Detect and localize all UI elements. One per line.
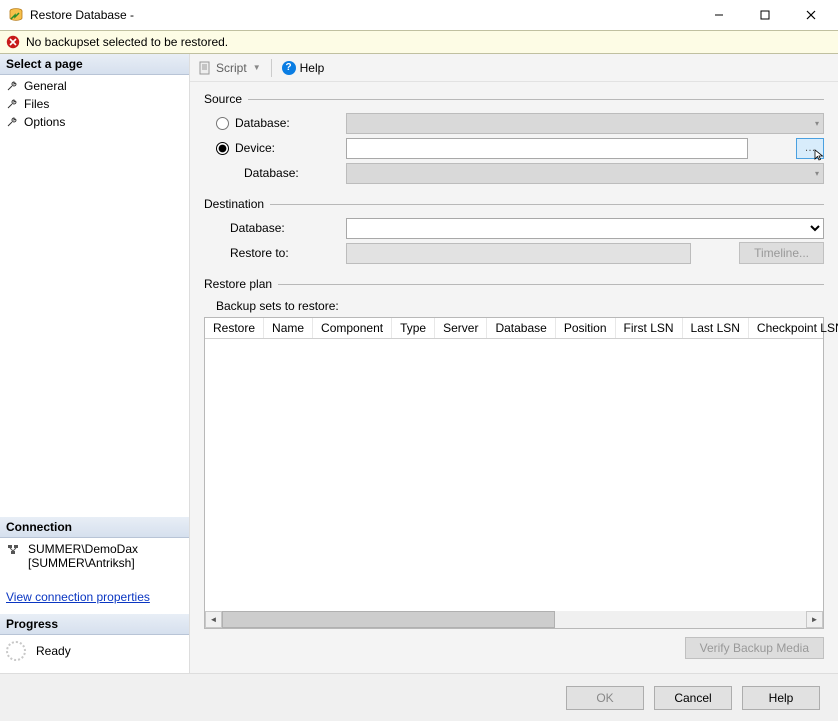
sidebar-item-label: Options — [24, 115, 65, 129]
view-connection-properties-link[interactable]: View connection properties — [6, 590, 183, 604]
sidebar-item-label: Files — [24, 97, 49, 111]
destination-group-label: Destination — [204, 197, 264, 211]
sidebar-item-files[interactable]: Files — [0, 95, 189, 113]
scroll-right-button[interactable]: ► — [806, 611, 823, 628]
restore-plan-group: Restore plan Backup sets to restore: Res… — [204, 277, 824, 663]
window-title: Restore Database - — [30, 8, 134, 22]
scroll-left-button[interactable]: ◄ — [205, 611, 222, 628]
select-page-header: Select a page — [0, 54, 189, 75]
timeline-button: Timeline... — [739, 242, 824, 264]
col-checkpoint-lsn[interactable]: Checkpoint LSN — [749, 318, 838, 338]
progress-status: Ready — [36, 644, 71, 658]
destination-database-combo[interactable] — [346, 218, 824, 239]
page-list: General Files Options — [0, 75, 189, 133]
toolbar: Script ▼ ? Help — [190, 54, 838, 82]
grid-header: Restore Name Component Type Server Datab… — [205, 318, 823, 339]
col-last-lsn[interactable]: Last LSN — [683, 318, 749, 338]
title-bar: Restore Database - — [0, 0, 838, 30]
sidebar: Select a page General Files Options Conn… — [0, 54, 190, 673]
restore-to-label: Restore to: — [230, 246, 289, 260]
connection-header: Connection — [0, 517, 189, 538]
script-label: Script — [216, 61, 247, 75]
connection-server: SUMMER\DemoDax — [28, 542, 138, 556]
error-icon — [6, 35, 20, 49]
maximize-button[interactable] — [742, 0, 788, 30]
progress-spinner-icon — [6, 641, 26, 661]
app-icon — [8, 7, 24, 23]
main-panel: Script ▼ ? Help Source Database: — [190, 54, 838, 673]
ok-button[interactable]: OK — [566, 686, 644, 710]
script-button[interactable]: Script ▼ — [198, 61, 261, 75]
source-group: Source Database: ▾ Device: — [204, 92, 824, 187]
grid-body — [205, 339, 823, 611]
backup-sets-caption: Backup sets to restore: — [216, 299, 824, 313]
source-device-label: Device: — [235, 141, 275, 155]
destination-database-label: Database: — [230, 221, 285, 235]
col-server[interactable]: Server — [435, 318, 487, 338]
scroll-track[interactable] — [222, 611, 806, 628]
help-button[interactable]: ? Help — [282, 61, 325, 75]
connection-info: SUMMER\DemoDax [SUMMER\Antriksh] — [0, 538, 189, 576]
server-icon — [6, 542, 20, 556]
cancel-button[interactable]: Cancel — [654, 686, 732, 710]
destination-group: Destination Database: Restore to: — [204, 197, 824, 267]
backup-sets-grid[interactable]: Restore Name Component Type Server Datab… — [204, 317, 824, 629]
toolbar-separator — [271, 59, 272, 77]
source-sub-database-combo: ▾ — [346, 163, 824, 184]
restore-to-input — [346, 243, 691, 264]
minimize-button[interactable] — [696, 0, 742, 30]
browse-device-button[interactable]: … — [796, 138, 824, 159]
col-restore[interactable]: Restore — [205, 318, 264, 338]
col-component[interactable]: Component — [313, 318, 392, 338]
sidebar-item-options[interactable]: Options — [0, 113, 189, 131]
col-name[interactable]: Name — [264, 318, 313, 338]
warning-message: No backupset selected to be restored. — [26, 35, 228, 49]
grid-horizontal-scrollbar[interactable]: ◄ ► — [205, 611, 823, 628]
device-path-input[interactable] — [346, 138, 748, 159]
source-device-radio[interactable] — [216, 142, 229, 155]
source-sub-database-label: Database: — [244, 166, 299, 180]
sidebar-item-general[interactable]: General — [0, 77, 189, 95]
col-type[interactable]: Type — [392, 318, 435, 338]
col-database[interactable]: Database — [487, 318, 555, 338]
dialog-footer: OK Cancel Help — [0, 673, 838, 721]
cursor-icon — [813, 148, 827, 162]
connection-user: [SUMMER\Antriksh] — [28, 556, 138, 570]
source-group-label: Source — [204, 92, 242, 106]
wrench-icon — [6, 116, 18, 128]
progress-row: Ready — [0, 635, 189, 673]
wrench-icon — [6, 98, 18, 110]
chevron-down-icon: ▼ — [253, 63, 261, 72]
col-first-lsn[interactable]: First LSN — [616, 318, 683, 338]
help-label: Help — [300, 61, 325, 75]
source-database-radio[interactable] — [216, 117, 229, 130]
scroll-thumb[interactable] — [222, 611, 555, 628]
progress-header: Progress — [0, 614, 189, 635]
warning-bar: No backupset selected to be restored. — [0, 30, 838, 54]
source-database-label: Database: — [235, 116, 290, 130]
restore-plan-group-label: Restore plan — [204, 277, 272, 291]
verify-backup-media-button: Verify Backup Media — [685, 637, 824, 659]
close-button[interactable] — [788, 0, 834, 30]
wrench-icon — [6, 80, 18, 92]
col-position[interactable]: Position — [556, 318, 616, 338]
sidebar-item-label: General — [24, 79, 67, 93]
help-footer-button[interactable]: Help — [742, 686, 820, 710]
help-icon: ? — [282, 61, 296, 75]
source-database-combo: ▾ — [346, 113, 824, 134]
script-icon — [198, 61, 212, 75]
